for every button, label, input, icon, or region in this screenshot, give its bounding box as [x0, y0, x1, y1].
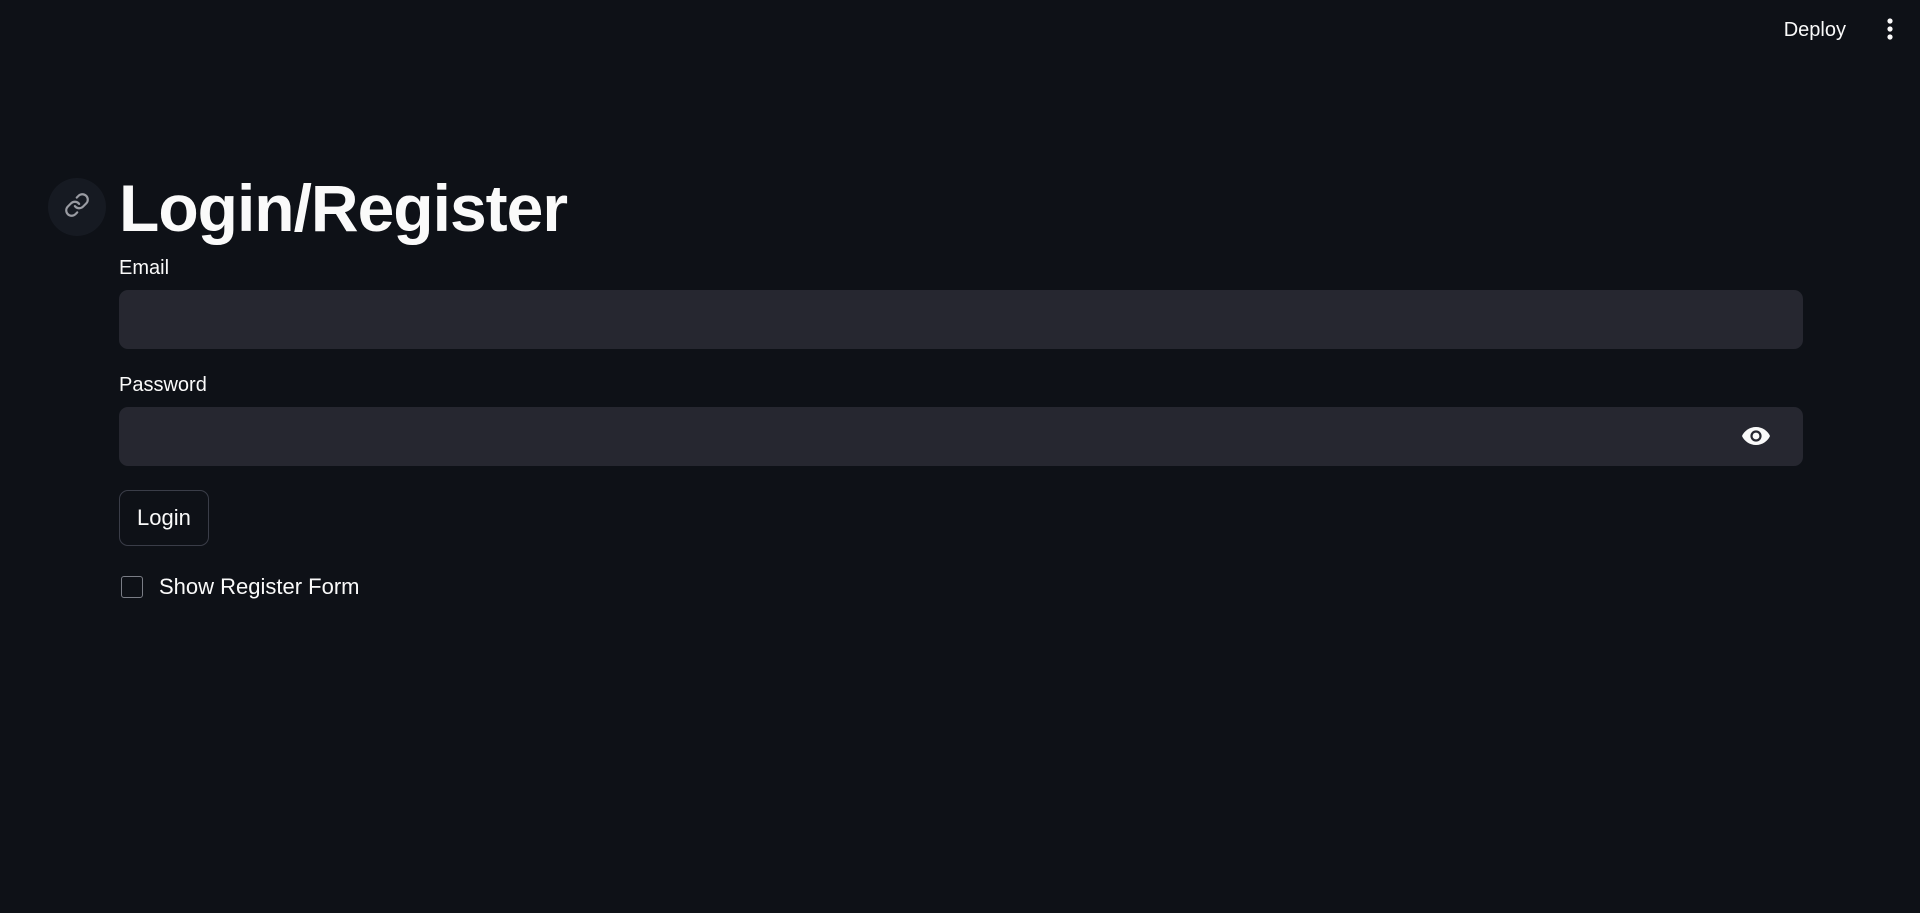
checkbox-label: Show Register Form: [159, 574, 360, 599]
eye-icon: [1741, 426, 1771, 449]
checkbox-box[interactable]: [121, 576, 143, 598]
header-anchor-link[interactable]: [48, 178, 106, 236]
page-title: Login/Register: [119, 171, 568, 245]
email-field-group: Email: [119, 254, 1803, 349]
app-page: Deploy Login/Register Email Password Log…: [0, 0, 1920, 913]
main-menu-button[interactable]: [1874, 14, 1906, 46]
deploy-button[interactable]: Deploy: [1772, 14, 1858, 46]
show-register-form-checkbox[interactable]: Show Register Form: [119, 572, 1803, 602]
show-password-button[interactable]: [1739, 421, 1773, 453]
password-label: Password: [119, 374, 207, 396]
link-icon: [64, 192, 90, 223]
password-input[interactable]: [119, 407, 1803, 466]
password-input-container: [119, 407, 1803, 466]
login-button[interactable]: Login: [119, 490, 209, 546]
email-input-container: [119, 290, 1803, 349]
email-input[interactable]: [119, 290, 1803, 349]
title-row: Login/Register: [48, 160, 1803, 254]
email-label: Email: [119, 257, 170, 279]
main-content: Login/Register Email Password Login Show…: [48, 160, 1803, 602]
app-header: Deploy: [0, 0, 1920, 60]
password-field-group: Password: [119, 371, 1803, 466]
more-vertical-icon: [1886, 17, 1894, 43]
